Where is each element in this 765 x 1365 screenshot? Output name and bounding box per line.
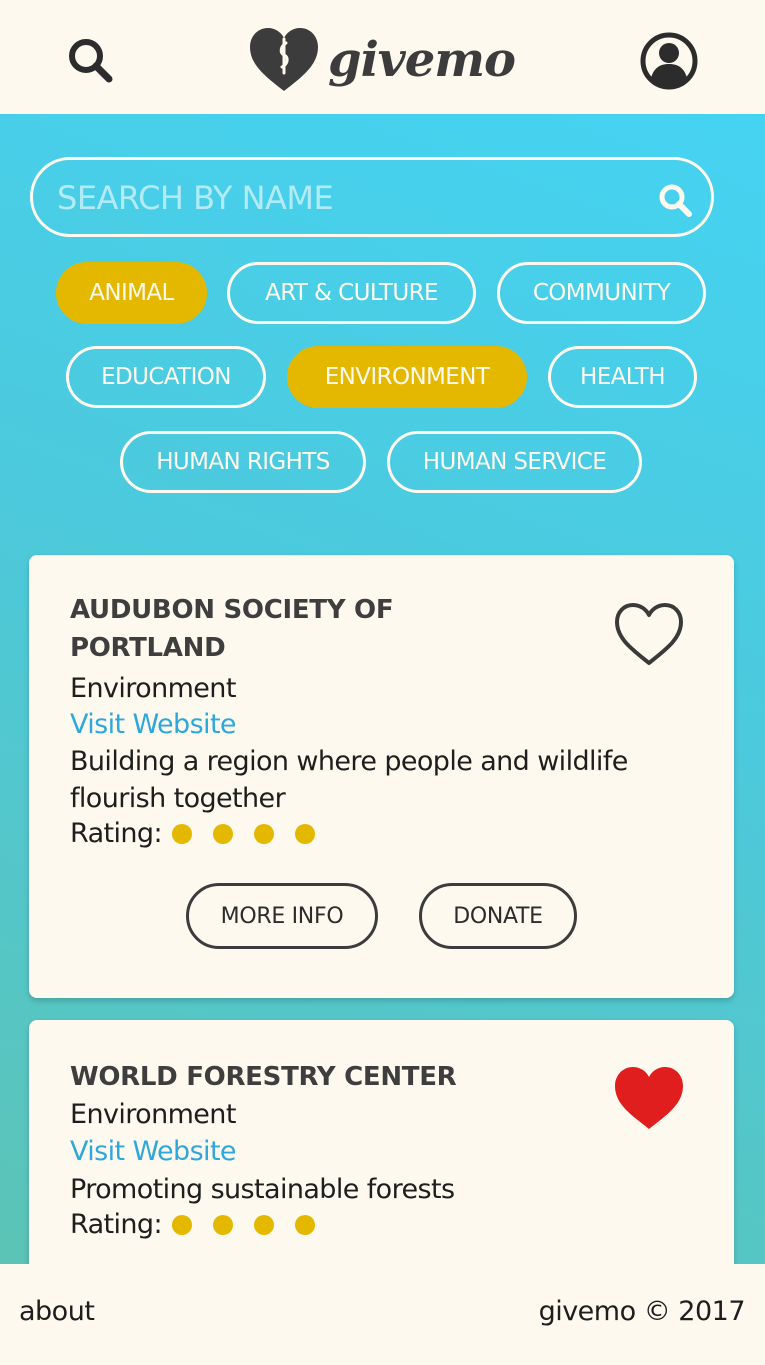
category-chip-human-service[interactable]: HUMAN SERVICE [387, 431, 642, 493]
rating-dot-icon [171, 1214, 192, 1235]
search-icon[interactable] [655, 180, 695, 220]
more-info-button[interactable]: MORE INFO [186, 883, 378, 949]
charity-name: WORLD FORESTRY CENTER [70, 1058, 457, 1096]
category-chip-environment[interactable]: ENVIRONMENT [287, 346, 527, 408]
rating-label: Rating: [70, 1209, 163, 1240]
app-footer: about givemo © 2017 [0, 1264, 765, 1365]
search-input[interactable] [55, 170, 639, 226]
logo-text: givemo [328, 32, 516, 88]
charity-description-line: flourish together [70, 783, 286, 814]
copyright-text: givemo © 2017 [538, 1296, 746, 1327]
category-chip-human-rights[interactable]: HUMAN RIGHTS [120, 431, 366, 493]
charity-description-line: Promoting sustainable forests [70, 1174, 455, 1205]
charity-description-line: Building a region where people and wildl… [70, 746, 628, 777]
donate-button[interactable]: DONATE [419, 883, 577, 949]
charity-category: Environment [70, 1099, 236, 1130]
heart-outline-icon[interactable] [611, 600, 687, 668]
category-chip-education[interactable]: EDUCATION [66, 346, 266, 408]
search-bar [30, 157, 714, 237]
charity-category: Environment [70, 673, 236, 704]
charity-name-line: WORLD FORESTRY CENTER [70, 1062, 457, 1092]
charity-card: WORLD FORESTRY CENTER Environment Visit … [29, 1020, 734, 1264]
heart-filled-icon[interactable] [611, 1064, 687, 1132]
charity-name-line: PORTLAND [70, 633, 226, 663]
category-chip-animal[interactable]: ANIMAL [56, 262, 207, 324]
visit-website-link[interactable]: Visit Website [70, 1133, 237, 1170]
category-chip-community[interactable]: COMMUNITY [497, 262, 706, 324]
rating-dot-icon [212, 823, 233, 844]
rating-dot-icon [253, 1214, 274, 1235]
user-account-icon[interactable] [639, 31, 699, 91]
rating-dot-icon [253, 823, 274, 844]
charity-name-line: AUDUBON SOCIETY OF [70, 595, 394, 625]
category-chip-health[interactable]: HEALTH [548, 346, 697, 408]
charity-rating: Rating: [70, 1209, 336, 1240]
main-content: ANIMAL ART & CULTURE COMMUNITY EDUCATION… [0, 114, 765, 1264]
search-icon[interactable] [62, 33, 118, 89]
visit-website-link[interactable]: Visit Website [70, 706, 237, 743]
rating-dot-icon [171, 823, 192, 844]
rating-label: Rating: [70, 818, 163, 849]
app-header: givemo [0, 0, 765, 114]
category-chip-art-culture[interactable]: ART & CULTURE [227, 262, 476, 324]
heart-logo-icon [250, 28, 318, 91]
rating-dot-icon [294, 823, 315, 844]
charity-rating: Rating: [70, 818, 336, 849]
charity-card: AUDUBON SOCIETY OF PORTLAND Environment … [29, 555, 734, 998]
givemo-logo[interactable]: givemo [246, 20, 516, 100]
rating-dot-icon [212, 1214, 233, 1235]
charity-name: AUDUBON SOCIETY OF PORTLAND [70, 591, 394, 667]
rating-dot-icon [294, 1214, 315, 1235]
about-link[interactable]: about [19, 1296, 95, 1327]
